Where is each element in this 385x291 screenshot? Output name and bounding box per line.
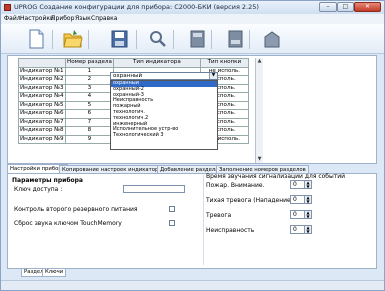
toolbar bbox=[1, 24, 384, 54]
spinner-value: 0 bbox=[293, 226, 297, 233]
minimize-button[interactable]: – bbox=[319, 2, 337, 12]
spinner-arrows-icon[interactable]: ▲ ▼ bbox=[304, 196, 311, 203]
row-section[interactable]: 6 bbox=[65, 109, 114, 119]
table-header-row: Номер раздела Тип индикатора Тип кнопки bbox=[18, 58, 249, 68]
column-header-section[interactable]: Номер раздела bbox=[65, 58, 114, 68]
spinner-value: 0 bbox=[293, 196, 297, 203]
row-name: Индикатор №6 bbox=[18, 109, 66, 119]
row-section[interactable]: 4 bbox=[65, 92, 114, 102]
access-key-label: Ключ доступа : bbox=[14, 186, 63, 193]
combo-value: охранный bbox=[113, 73, 143, 79]
device-params-title: Параметры прибора bbox=[12, 177, 83, 184]
panel-divider bbox=[203, 175, 204, 265]
grid-scrollbar[interactable]: ▲ ▼ bbox=[255, 58, 263, 163]
write-device-icon[interactable] bbox=[227, 29, 245, 49]
chevron-down-icon[interactable]: ▼ bbox=[209, 73, 217, 79]
indicator-type-combo[interactable]: охранный ▼ bbox=[110, 72, 218, 80]
access-key-input[interactable] bbox=[123, 185, 185, 193]
title-bar[interactable]: UPROG Создание конфигурации для прибора:… bbox=[1, 1, 384, 14]
read-device-icon[interactable] bbox=[189, 29, 207, 49]
maximize-button[interactable]: □ bbox=[337, 2, 354, 12]
row-section[interactable]: 2 bbox=[65, 75, 114, 85]
device-icon[interactable] bbox=[263, 29, 281, 49]
column-header bbox=[18, 58, 66, 68]
save-disk-icon[interactable] bbox=[111, 29, 129, 49]
toolbar-separator bbox=[52, 30, 53, 49]
silent-alarm-label: Тихая тревога (Нападение) bbox=[206, 197, 294, 204]
row-section[interactable]: 5 bbox=[65, 100, 114, 110]
device-settings-panel: Параметры прибора Ключ доступа : Контрол… bbox=[7, 173, 377, 269]
scroll-up-arrow-icon[interactable]: ▲ bbox=[256, 58, 263, 65]
toolbar-separator bbox=[249, 30, 250, 49]
row-section[interactable]: 7 bbox=[65, 117, 114, 127]
menu-file[interactable]: Файл bbox=[4, 15, 21, 22]
alarm-spinner[interactable]: 0 ▲ ▼ bbox=[290, 210, 312, 219]
spinner-arrows-icon[interactable]: ▲ ▼ bbox=[304, 181, 311, 188]
menu-language[interactable]: Язык bbox=[75, 15, 91, 22]
indicator-type-dropdown[interactable]: охранный охранный-2 охранный-3 Неисправност… bbox=[110, 80, 218, 150]
row-name: Индикатор №9 bbox=[18, 134, 66, 144]
spinner-value: 0 bbox=[293, 181, 297, 188]
fault-label: Неисправность bbox=[206, 227, 255, 234]
toolbar-separator bbox=[88, 30, 89, 49]
scroll-down-arrow-icon[interactable]: ▼ bbox=[256, 156, 263, 163]
menu-device[interactable]: Прибор bbox=[51, 15, 74, 22]
tab-keys[interactable]: Ключи bbox=[42, 269, 67, 277]
toolbar-separator bbox=[136, 30, 137, 49]
app-icon bbox=[4, 4, 11, 11]
window-title: UPROG Создание конфигурации для прибора:… bbox=[14, 3, 259, 11]
row-name: Индикатор №7 bbox=[18, 117, 66, 127]
dropdown-option[interactable]: Технологический 3 bbox=[111, 132, 217, 139]
new-document-icon[interactable] bbox=[27, 29, 45, 49]
row-section[interactable]: 1 bbox=[65, 66, 114, 76]
fault-spinner[interactable]: 0 ▲ ▼ bbox=[290, 225, 312, 234]
row-name: Индикатор №8 bbox=[18, 126, 66, 136]
row-name: Индикатор №4 bbox=[18, 92, 66, 102]
column-header-button-type[interactable]: Тип кнопки bbox=[199, 58, 249, 68]
row-section[interactable]: 3 bbox=[65, 83, 114, 93]
open-folder-icon[interactable] bbox=[63, 29, 83, 49]
fire-attention-label: Пожар. Внимание. bbox=[206, 182, 265, 189]
status-bar bbox=[1, 280, 384, 290]
close-button[interactable]: ✕ bbox=[354, 2, 381, 12]
row-section[interactable]: 8 bbox=[65, 126, 114, 136]
menu-settings[interactable]: Настройки bbox=[20, 15, 54, 22]
silent-alarm-spinner[interactable]: 0 ▲ ▼ bbox=[290, 195, 312, 204]
backup-power-checkbox[interactable] bbox=[169, 206, 175, 212]
menu-bar: Файл Настройки Прибор Язык Справка bbox=[1, 14, 384, 24]
menu-help[interactable]: Справка bbox=[91, 15, 117, 22]
column-header-indicator-type[interactable]: Тип индикатора bbox=[112, 58, 201, 68]
backup-power-label: Контроль второго резервного питания bbox=[14, 206, 138, 213]
alarm-label: Тревога bbox=[206, 212, 232, 219]
row-section[interactable]: 9 bbox=[65, 134, 114, 144]
fire-attention-spinner[interactable]: 0 ▲ ▼ bbox=[290, 180, 312, 189]
row-name: Индикатор №3 bbox=[18, 83, 66, 93]
spinner-arrows-icon[interactable]: ▲ ▼ bbox=[304, 211, 311, 218]
row-name: Индикатор №2 bbox=[18, 75, 66, 85]
toolbar-separator bbox=[173, 30, 174, 49]
touchmemory-label: Сброс звука ключом TouchMemory bbox=[14, 220, 122, 227]
spinner-value: 0 bbox=[293, 211, 297, 218]
touchmemory-checkbox[interactable] bbox=[169, 220, 175, 226]
sound-duration-title: Время звучания сигнализации для событий bbox=[206, 173, 346, 180]
app-window: UPROG Создание конфигурации для прибора:… bbox=[0, 0, 385, 291]
search-icon[interactable] bbox=[149, 29, 167, 49]
row-name: Индикатор №1 bbox=[18, 66, 66, 76]
spinner-arrows-icon[interactable]: ▲ ▼ bbox=[304, 226, 311, 233]
row-name: Индикатор №5 bbox=[18, 100, 66, 110]
toolbar-separator bbox=[211, 30, 212, 49]
